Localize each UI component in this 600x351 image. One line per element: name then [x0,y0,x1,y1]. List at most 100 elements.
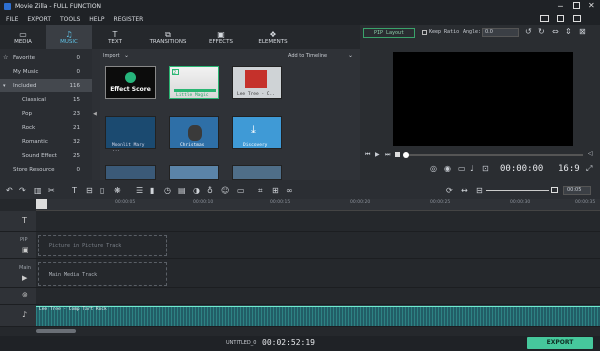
gauge-icon[interactable]: ◑ [193,186,200,195]
preview-screen[interactable] [393,52,573,146]
media-item-lee-tree[interactable]: Lee Tree - C.. [232,66,282,99]
media-item-row3b[interactable] [169,165,219,180]
screenshot-icon[interactable]: ⊡ [482,164,489,173]
overlay-track[interactable] [36,288,600,305]
tab-text[interactable]: T TEXT [92,25,138,49]
export-button[interactable]: EXPORT [527,337,593,349]
playback-handle[interactable] [403,152,409,158]
playhead[interactable] [36,199,47,209]
split-icon[interactable]: ✂ [48,186,55,195]
menu-export[interactable]: EXPORT [27,16,51,23]
aspect-ratio-label[interactable]: 16:9 [558,164,580,174]
zoom-in-icon[interactable] [551,187,558,193]
text-tool-icon[interactable]: T [72,186,77,195]
media-item-christmas[interactable]: Christmas [169,116,219,149]
media-item-discovery[interactable]: ⤓ Discovery [232,116,282,149]
maximize-button[interactable] [573,2,580,9]
total-timecode: 00:02:52:19 [262,338,315,347]
menu-file[interactable]: FILE [6,16,18,23]
rotate-right-icon[interactable]: ↻ [538,27,545,36]
import-button[interactable]: Import [103,53,120,59]
redo-icon[interactable]: ↷ [19,186,26,195]
close-preview-icon[interactable]: ⊠ [579,27,586,36]
camera-icon[interactable]: ▭ [458,164,466,173]
flip-vertical-icon[interactable]: ⇕ [565,27,572,36]
tab-media[interactable]: ▭ MEDIA [0,25,46,49]
expand-icon[interactable]: ⤢ [586,164,592,174]
menu-register[interactable]: REGISTER [114,16,144,23]
play-button[interactable]: ▶ [375,151,380,158]
pip-track[interactable]: Picture in Picture Track [36,232,600,259]
text-track[interactable] [36,211,600,232]
stop-button[interactable] [395,152,400,157]
tab-elements[interactable]: ❖ ELEMENTS [244,25,302,49]
pip-track-placeholder[interactable]: Picture in Picture Track [38,235,167,256]
category-rock[interactable]: Rock 21 [0,121,92,134]
menu-tools[interactable]: TOOLS [60,16,80,23]
record-icon[interactable]: ◉ [444,164,451,173]
audio-bars-icon[interactable]: ▮ [150,186,154,195]
zoom-out-icon[interactable]: ⊟ [476,186,483,195]
timeline-scrollbar[interactable] [36,329,76,333]
prev-frame-button[interactable]: ⏮ [365,151,370,159]
tab-effects[interactable]: ▣ EFFECTS [198,25,244,49]
audio-clip[interactable] [36,306,600,326]
snapshot-icon[interactable]: ◎ [430,164,437,173]
media-item-row3c[interactable] [232,165,282,180]
user-icon[interactable]: ☺ [221,186,229,195]
freeze-frame-icon[interactable]: ⌗ [258,186,263,196]
chroma-key-icon[interactable]: ⊞ [272,186,279,195]
keep-ratio-checkbox[interactable] [422,30,427,35]
flip-horizontal-icon[interactable]: ⇔ [552,27,559,36]
delete-icon[interactable]: ▥ [34,186,42,195]
close-button[interactable]: ✕ [588,1,595,10]
effect-score-thumb[interactable]: Effect Score [105,66,156,99]
media-item-little-magic[interactable]: 2 Little Magic [169,66,219,99]
category-pop[interactable]: Pop 23 [0,107,92,120]
angle-input[interactable]: 0.0 [482,28,519,37]
fullscreen-icon[interactable]: ◁ [588,150,593,157]
tab-transitions[interactable]: ⧉ TRANSITIONS [138,25,198,49]
category-favorite[interactable]: ☆ Favorite 0 [0,51,92,64]
category-classical[interactable]: Classical 15 [0,93,92,106]
add-to-timeline-dropdown-icon[interactable]: ⌄ [348,52,353,59]
category-sound-effect[interactable]: Sound Effect 25 [0,149,92,162]
crop-icon[interactable]: ⊟ [86,186,93,195]
chart-icon[interactable]: ▤ [178,186,186,195]
import-dropdown-icon[interactable]: ⌄ [124,52,129,59]
category-included[interactable]: ▾ Included 116 [0,79,92,92]
main-track-placeholder[interactable]: Main Media Track [38,262,167,286]
main-track[interactable]: Main Media Track [36,259,600,288]
zoom-slider[interactable] [486,190,549,191]
export-icon[interactable] [573,15,581,22]
book-icon[interactable]: ▯ [100,186,104,195]
loop-icon[interactable]: ⟳ [446,186,453,195]
tab-music[interactable]: ♫ MUSIC [46,25,92,49]
category-my-music[interactable]: My Music 0 [0,65,92,78]
list-icon[interactable]: ☰ [136,186,143,195]
add-to-timeline-button[interactable]: Add to Timeline [288,53,327,59]
minimize-button[interactable]: ─ [558,2,563,11]
playback-progress[interactable] [403,152,583,158]
next-frame-button[interactable]: ⏭ [385,151,390,159]
link-icon[interactable]: ∞ [286,186,293,195]
media-item-moonlit-mary[interactable]: Moonlit Mary ... [105,116,156,153]
mosaic-icon[interactable]: ❋ [114,186,121,195]
rotate-left-icon[interactable]: ↺ [525,27,532,36]
category-store-resource[interactable]: Store Resource 0 [0,163,92,176]
voiceover-icon[interactable]: ♩ [470,164,474,173]
menu-help[interactable]: HELP [89,16,104,23]
audio-track[interactable]: Lee Tree - Comp Tart Rock [36,305,600,327]
undo-icon[interactable]: ↶ [6,186,13,195]
media-item-row3a[interactable] [105,165,156,180]
speed-icon[interactable]: ◷ [164,186,171,195]
save-icon[interactable] [557,15,564,22]
fit-icon[interactable]: ↔ [461,186,468,195]
pip-layout-button[interactable]: PIP Layout [363,28,415,38]
screen-icon[interactable]: ▭ [237,186,245,195]
mic-icon[interactable]: ♁ [207,186,213,195]
folder-open-icon[interactable] [540,15,549,22]
collapse-arrow-icon[interactable]: ◀ [93,111,97,117]
category-romantic[interactable]: Romantic 32 [0,135,92,148]
zoom-time-input[interactable]: 00:05 [563,186,591,195]
